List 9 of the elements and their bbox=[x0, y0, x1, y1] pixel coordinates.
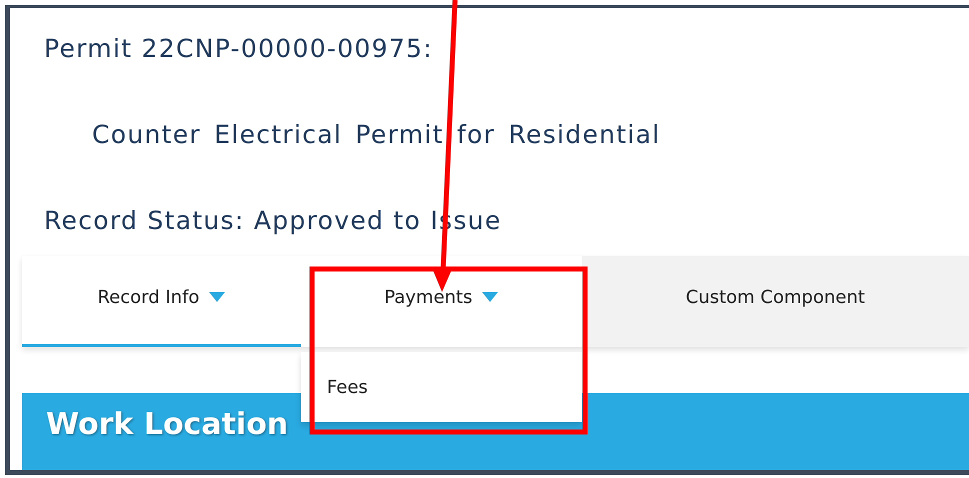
tab[interactable]: Payments bbox=[300, 256, 582, 348]
permit-number: Permit 22CNP-00000-00975: bbox=[44, 34, 433, 64]
tab[interactable]: Custom Component bbox=[582, 256, 969, 348]
record-type: Counter Electrical Permit for Residential bbox=[91, 120, 660, 150]
section-title: Work Location bbox=[46, 407, 288, 442]
caret-icon bbox=[482, 292, 498, 302]
menu-item[interactable]: Fees bbox=[300, 376, 394, 398]
caret-icon bbox=[209, 292, 226, 302]
tab[interactable]: Record Info bbox=[22, 256, 301, 348]
